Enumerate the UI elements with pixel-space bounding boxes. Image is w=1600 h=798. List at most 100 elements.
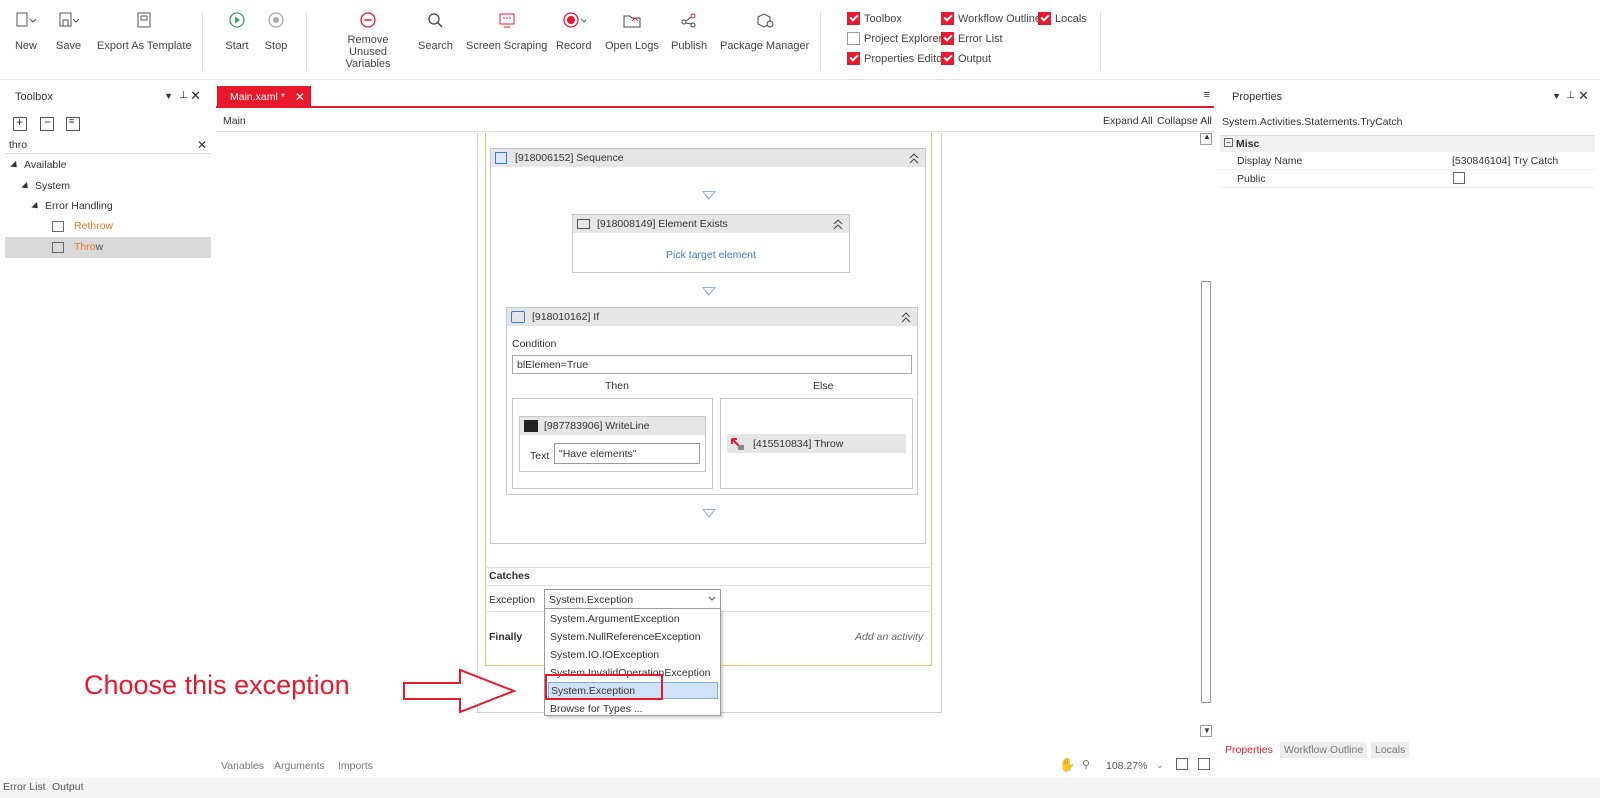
scroll-up-icon[interactable]: ▲ xyxy=(1200,132,1212,145)
close-tab-icon[interactable]: ✕ xyxy=(295,90,305,104)
if-activity[interactable]: [918010162] If Condition blElemen=True T… xyxy=(506,307,918,495)
list-view-icon[interactable]: ≡ xyxy=(66,116,80,131)
tree-item-label: Re xyxy=(74,220,88,232)
status-bar: Error List Output xyxy=(0,778,1600,798)
then-label: Then xyxy=(605,380,629,392)
variables-tab[interactable]: Variables xyxy=(221,760,264,772)
workflow-outline-toggle[interactable]: Workflow Outline xyxy=(941,12,1041,25)
overview-icon[interactable] xyxy=(1198,758,1210,770)
pick-target-element-link[interactable]: Pick target element xyxy=(573,249,849,261)
condition-input[interactable]: blElemen=True xyxy=(512,355,912,374)
text-input[interactable]: "Have elements" xyxy=(554,443,700,464)
element-exists-header: [918008149] Element Exists xyxy=(573,215,849,233)
publish-button[interactable]: Publish xyxy=(671,8,707,52)
save-button[interactable]: Save xyxy=(56,8,81,52)
tab-locals[interactable]: Locals xyxy=(1371,742,1410,758)
output-tab[interactable]: Output xyxy=(52,781,84,793)
collapse-icon[interactable] xyxy=(833,218,843,230)
hand-pan-icon[interactable]: ✋ xyxy=(1059,757,1075,773)
category-row-misc[interactable]: − Misc xyxy=(1220,136,1595,152)
close-icon[interactable]: ✕ xyxy=(1578,88,1589,104)
throw-title: [415510834] Throw xyxy=(753,437,844,450)
tab-workflow-outline[interactable]: Workflow Outline xyxy=(1280,742,1368,758)
writeline-activity[interactable]: [987783906] WriteLine Text "Have element… xyxy=(519,416,706,472)
drop-target-icon[interactable] xyxy=(702,509,716,518)
properties-editor-toggle[interactable]: Properties Editor xyxy=(847,52,946,65)
export-template-button[interactable]: Export As Template xyxy=(97,8,192,52)
fit-screen-icon[interactable] xyxy=(1176,758,1188,770)
scroll-down-icon[interactable]: ▼ xyxy=(1200,725,1212,737)
record-label: Record xyxy=(556,40,592,52)
category-label: Misc xyxy=(1236,138,1260,150)
ribbon-separator xyxy=(1100,12,1101,70)
display-name-value[interactable]: [530846104] Try Catch xyxy=(1452,155,1558,167)
pin-icon[interactable]: ⊥ xyxy=(179,90,188,101)
expand-all-link[interactable]: Expand All xyxy=(1103,115,1153,127)
breadcrumb[interactable]: Main xyxy=(223,115,246,127)
new-button[interactable]: New xyxy=(14,8,38,52)
project-explorer-toggle[interactable]: Project Explorer xyxy=(847,32,942,45)
dropdown-option[interactable]: System.ArgumentException xyxy=(548,610,718,627)
element-exists-activity[interactable]: [918008149] Element Exists Pick target e… xyxy=(572,214,850,273)
condition-label: Condition xyxy=(512,338,557,350)
zoom-level[interactable]: 108.27% xyxy=(1106,760,1147,772)
open-logs-button[interactable]: Open Logs xyxy=(605,8,659,52)
collapse-category-icon[interactable]: − xyxy=(1224,138,1233,147)
drop-target-icon[interactable] xyxy=(702,191,716,200)
collapse-all-link[interactable]: Collapse All xyxy=(1157,115,1212,127)
dropdown-arrow-icon[interactable]: ▼ xyxy=(164,91,173,101)
drop-target-icon[interactable] xyxy=(702,287,716,296)
add-activity-placeholder[interactable]: Add an activity xyxy=(855,631,923,643)
arguments-tab[interactable]: Arguments xyxy=(274,760,325,772)
error-list-toggle[interactable]: Error List xyxy=(941,32,1003,45)
locals-toggle[interactable]: Locals xyxy=(1038,12,1087,25)
writeline-icon xyxy=(524,420,538,432)
throw-activity[interactable]: [415510834] Throw xyxy=(727,434,906,453)
dropdown-arrow-icon[interactable]: ▼ xyxy=(1552,91,1561,101)
tree-item-available[interactable]: Available xyxy=(10,159,66,171)
tree-item-system[interactable]: System xyxy=(21,180,70,192)
property-row-display-name: Display Name [530846104] Try Catch xyxy=(1220,152,1595,170)
tree-item-error-handling[interactable]: Error Handling xyxy=(31,200,113,212)
scrollbar-thumb[interactable] xyxy=(1201,281,1211,703)
screen-scraping-button[interactable]: Screen Scraping xyxy=(466,8,547,52)
tree-item-rethrow[interactable]: Re throw xyxy=(52,220,113,232)
public-checkbox[interactable] xyxy=(1453,172,1465,184)
designer-vertical-scrollbar[interactable]: ▲ ▼ xyxy=(1200,132,1212,741)
package-manager-button[interactable]: Package Manager xyxy=(720,8,809,52)
dropdown-option[interactable]: System.IO.IOException xyxy=(548,646,718,663)
toolbox-toggle[interactable]: Toolbox xyxy=(847,12,902,25)
output-toggle[interactable]: Output xyxy=(941,52,991,65)
collapse-icon[interactable] xyxy=(901,311,911,323)
stop-label: Stop xyxy=(264,40,288,52)
clear-search-icon[interactable]: ✕ xyxy=(197,138,207,152)
toolbox-search-input[interactable]: thro ✕ xyxy=(5,136,211,154)
close-icon[interactable]: ✕ xyxy=(190,88,201,104)
tree-item-throw[interactable]: Thro w xyxy=(52,241,103,253)
tab-properties[interactable]: Properties xyxy=(1225,744,1273,756)
start-button[interactable]: Start xyxy=(225,8,249,52)
stop-button[interactable]: Stop xyxy=(264,8,288,52)
collapse-icon[interactable] xyxy=(909,152,919,164)
browse-for-types-option[interactable]: Browse for Types ... xyxy=(548,700,718,717)
dropdown-option[interactable]: System.NullReferenceException xyxy=(548,628,718,645)
imports-tab[interactable]: Imports xyxy=(338,760,373,772)
search-button[interactable]: Search xyxy=(418,8,453,52)
pin-icon[interactable]: ⊥ xyxy=(1566,90,1575,101)
expand-all-icon[interactable]: + xyxy=(13,115,27,131)
collapse-all-icon[interactable]: − xyxy=(40,115,54,131)
zoom-icon[interactable]: ⚲ xyxy=(1082,758,1090,771)
else-branch[interactable]: [415510834] Throw xyxy=(720,398,913,489)
exception-type-select[interactable]: System.Exception xyxy=(544,589,721,609)
error-list-tab[interactable]: Error List xyxy=(3,781,46,793)
remove-unused-variables-button[interactable]: Remove Unused Variables xyxy=(327,8,409,70)
tab-main-xaml[interactable]: Main.xaml * ✕ xyxy=(217,86,311,108)
then-branch[interactable]: [987783906] WriteLine Text "Have element… xyxy=(512,398,713,489)
tree-item-label: Error Handling xyxy=(45,200,113,212)
tab-menu-icon[interactable]: ≡ xyxy=(1204,89,1210,101)
sequence-activity[interactable]: [918006152] Sequence [918008149] Element… xyxy=(490,148,926,544)
catches-label: Catches xyxy=(489,570,530,582)
zoom-dropdown-icon[interactable]: ⌄ xyxy=(1156,760,1164,771)
properties-type-name: System.Activities.Statements.TryCatch xyxy=(1222,116,1403,128)
record-button[interactable]: Record xyxy=(556,8,591,52)
